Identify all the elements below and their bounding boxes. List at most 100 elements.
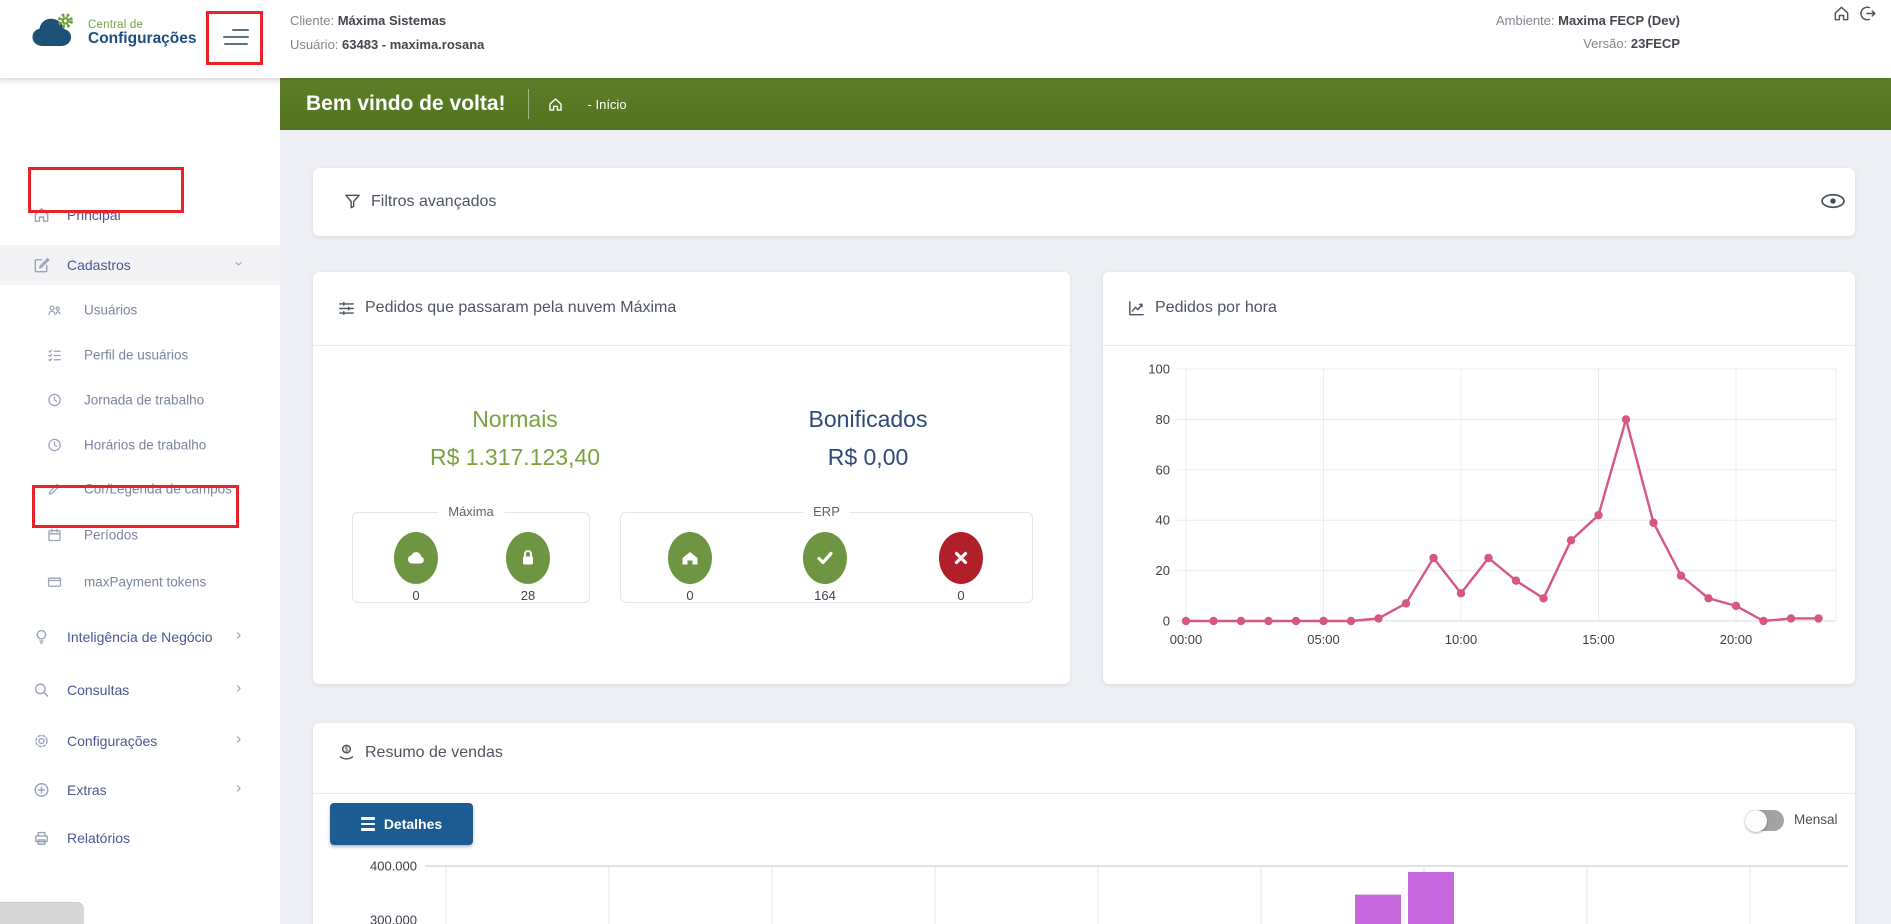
lock-count: 28 [506, 588, 550, 603]
client-info: Cliente: Máxima Sistemas [290, 13, 446, 28]
sidebar-item-label: Principal [67, 207, 121, 223]
welcome-banner: Bem vindo de volta! - Início [280, 78, 1891, 130]
user-value: 63483 - maxima.rosana [342, 37, 484, 52]
svg-text:80: 80 [1156, 412, 1170, 427]
central-de-configuracoes-dashboard: Central de Configurações Cliente: Máxima… [0, 0, 1891, 924]
printer-icon [32, 829, 51, 848]
sales-summary-chart: 400.000 300.000 [313, 843, 1855, 924]
sidebar-item-relatorios[interactable]: Relatórios [0, 818, 280, 858]
hourly-card-title: Pedidos por hora [1155, 299, 1277, 317]
sidebar-item-extras[interactable]: Extras › [0, 770, 280, 810]
sidebar-item-label: Extras [67, 782, 107, 798]
calendar-icon [46, 527, 63, 544]
svg-text:40: 40 [1156, 513, 1170, 528]
cloud-count: 0 [394, 588, 438, 603]
sidebar-item-periodos[interactable]: Períodos [0, 515, 280, 555]
sales-summary-card: $ Resumo de vendas Detalhes Mensal 400.0… [313, 723, 1855, 924]
logo-zone: Central de Configurações [0, 0, 280, 78]
svg-text:400.000: 400.000 [370, 859, 417, 874]
chevron-right-icon: › [236, 680, 241, 698]
sidebar-item-label: Consultas [67, 682, 129, 698]
sidebar-item-label: Horários de trabalho [84, 438, 206, 453]
eye-icon[interactable] [1818, 188, 1848, 214]
bulb-icon [32, 628, 51, 647]
monthly-toggle[interactable] [1745, 810, 1784, 831]
version-info: Versão: 23FECP [1583, 36, 1680, 51]
sidebar-item-label: Cadastros [67, 257, 131, 273]
edit-icon [32, 256, 51, 275]
version-value: 23FECP [1631, 36, 1680, 51]
clock-icon [46, 392, 63, 409]
svg-text:100: 100 [1148, 362, 1170, 377]
sidebar-item-configuracoes[interactable]: Configurações › [0, 721, 280, 761]
advanced-filters-panel[interactable]: Filtros avançados [313, 168, 1855, 236]
orders-per-hour-chart: 02040608010000:0005:0010:0015:0020:00 [1103, 345, 1855, 681]
sliders-icon [337, 299, 356, 318]
menu-icon [361, 817, 375, 831]
error-status-icon [939, 532, 983, 584]
clock-icon [46, 437, 63, 454]
sidebar-item-inteligencia-de-negocio[interactable]: Inteligência de Negócio › [0, 614, 280, 660]
sidebar-item-label: Configurações [67, 733, 157, 749]
home-icon[interactable] [1832, 4, 1851, 23]
environment-info: Ambiente: Maxima FECP (Dev) [1496, 13, 1680, 28]
user-label: Usuário: [290, 37, 338, 52]
sidebar-item-label: Perfil de usuários [84, 348, 188, 363]
sidebar-item-label: Inteligência de Negócio [67, 627, 219, 647]
sidebar-item-usuarios[interactable]: Usuários [0, 290, 280, 330]
details-button[interactable]: Detalhes [330, 803, 473, 845]
sidebar-item-label: Períodos [84, 528, 138, 543]
app-logo[interactable]: Central de Configurações [28, 12, 197, 54]
sidebar-item-jornada-de-trabalho[interactable]: Jornada de trabalho [0, 380, 280, 420]
check-status-icon [803, 532, 847, 584]
breadcrumb[interactable]: - Início [588, 97, 627, 112]
svg-text:0: 0 [1163, 614, 1170, 629]
logo-line2: Configurações [88, 31, 197, 47]
sidebar-item-maxpayment-tokens[interactable]: maxPayment tokens [0, 562, 280, 602]
svg-text:300.000: 300.000 [370, 913, 417, 924]
sidebar-item-consultas[interactable]: Consultas › [0, 670, 280, 710]
orders-per-hour-card: Pedidos por hora 02040608010000:0005:001… [1103, 272, 1855, 684]
sidebar-item-label: Jornada de trabalho [84, 393, 204, 408]
svg-text:20:00: 20:00 [1720, 632, 1753, 647]
chevron-right-icon: › [236, 627, 241, 645]
user-info: Usuário: 63483 - maxima.rosana [290, 37, 484, 52]
breadcrumb-home-icon[interactable] [547, 96, 564, 113]
divider [313, 345, 1070, 346]
sidebar-item-label: Cor/Legenda de campos [84, 482, 232, 497]
funnel-icon [343, 192, 362, 211]
users-icon [46, 302, 63, 319]
cloud-gear-logo-icon [28, 12, 80, 54]
menu-hamburger-button[interactable] [213, 20, 249, 54]
status-tooltip [0, 902, 84, 924]
sidebar-item-principal[interactable]: Principal [0, 195, 280, 235]
logout-icon[interactable] [1858, 4, 1877, 23]
version-label: Versão: [1583, 36, 1627, 51]
welcome-title: Bem vindo de volta! [306, 92, 506, 116]
logo-text: Central de Configurações [88, 19, 197, 47]
cloud-status-icon [394, 532, 438, 584]
chevron-right-icon: › [236, 780, 241, 798]
line-chart-icon [1127, 299, 1146, 318]
pencil-icon [46, 481, 63, 498]
environment-label: Ambiente: [1496, 13, 1555, 28]
normal-orders-value: R$ 1.317.123,40 [355, 444, 675, 471]
sidebar-item-cor-legenda-de-campos[interactable]: Cor/Legenda de campos [0, 469, 280, 509]
svg-text:05:00: 05:00 [1307, 632, 1340, 647]
hand-dollar-icon: $ [337, 743, 356, 762]
chevron-down-icon: › [230, 261, 248, 266]
sidebar-item-perfil-de-usuarios[interactable]: Perfil de usuários [0, 335, 280, 375]
gear-icon [32, 732, 51, 751]
sidebar-item-horarios-de-trabalho[interactable]: Horários de trabalho [0, 425, 280, 465]
environment-value: Maxima FECP (Dev) [1558, 13, 1680, 28]
banner-divider [528, 89, 529, 119]
sidebar: Principal Cadastros › Usuários [0, 78, 280, 924]
check-count: 164 [803, 588, 847, 603]
erp-home-count: 0 [668, 588, 712, 603]
client-label: Cliente: [290, 13, 334, 28]
sidebar-item-label: Usuários [84, 303, 137, 318]
sidebar-item-cadastros[interactable]: Cadastros › [0, 245, 280, 285]
home-icon [32, 206, 51, 225]
svg-text:$: $ [345, 746, 349, 754]
normal-orders-label: Normais [355, 406, 675, 433]
